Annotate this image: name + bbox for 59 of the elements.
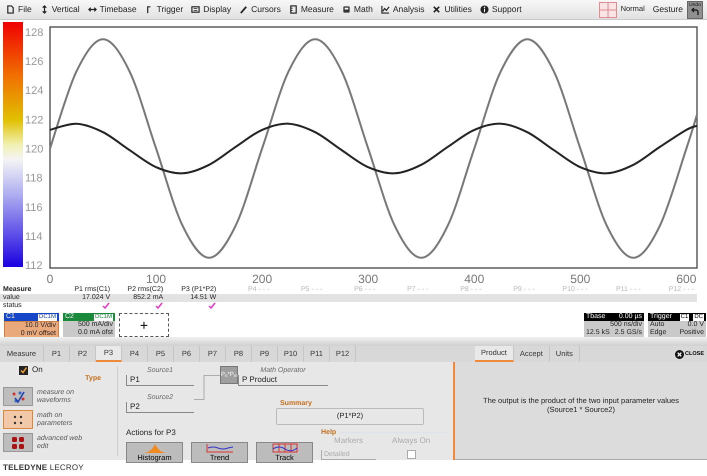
line-graph-icon [204,442,234,453]
info-icon [480,5,489,14]
menu-item[interactable]: Analysis [376,0,428,19]
calculator-icon [342,5,351,14]
checkbox-label: On [32,366,43,376]
axis-tick-label: 118 [25,172,43,185]
menu-item[interactable]: File [2,0,36,19]
blocks-icon [10,436,26,450]
menu-item[interactable]: Cursors [235,0,285,19]
leftright-arrow-icon [88,5,97,14]
menu-item[interactable]: Trigger [140,0,188,19]
axis-tick-label: 400 [464,272,484,286]
menu-item[interactable]: Utilities [428,0,476,19]
menu-item[interactable]: Display [187,0,236,19]
menu-item[interactable]: Vertical [36,0,84,19]
axis-tick-label: 600 [676,272,696,286]
axis-tick-label: 200 [252,272,272,286]
type-button[interactable] [3,387,33,406]
updown-arrow-icon [40,5,49,14]
source-field[interactable]: P2 [126,402,194,414]
axis-tick-label: 116 [25,202,43,214]
axis-tick-label: 112 [25,260,43,272]
tools-icon [432,5,442,14]
axis-tick-label: 300 [358,272,378,286]
section-title: Actions for P3 [126,429,177,438]
axis-tick-label: 122 [25,114,44,126]
monitor-icon [191,5,200,14]
axis-tick-label: 124 [25,85,44,98]
operator-field[interactable]: P Product [238,375,328,386]
menu-item[interactable]: Support [476,0,526,19]
grid-icon [598,2,617,18]
close-icon [675,350,684,359]
gesture-label: Gesture [652,2,684,16]
type-button[interactable] [3,410,33,430]
field-caption: Markers [334,436,363,446]
menu-item[interactable]: Math [338,0,377,19]
chart-icon [380,5,390,14]
checkbox-label: Always On [392,436,430,446]
axis-tick-label: 500 [570,272,590,286]
connector-line [194,375,220,400]
menu-item[interactable]: Timebase [84,0,141,19]
type-button[interactable] [3,433,33,452]
axis-tick-label: 120 [25,144,44,156]
axis-tick-label: 0 [46,272,54,286]
pen-icon [239,5,248,14]
undo-icon [690,8,700,16]
ruler-icon [288,5,298,14]
axis-tick-label: 100 [146,272,166,286]
document-icon [6,5,15,14]
menu-item[interactable]: Measure [284,0,338,19]
axis-tick-label: 114 [25,230,43,243]
axis-tick-label: 126 [25,56,44,68]
add-button[interactable]: + [119,313,169,338]
scatter-icon [10,390,26,404]
checkbox[interactable] [19,366,28,376]
axis-tick-label: 128 [25,26,44,39]
source-field[interactable]: P1 [126,375,194,386]
waveform-grid-icon [270,442,300,453]
brand-logo: TELEDYNE LECROY [3,464,84,473]
